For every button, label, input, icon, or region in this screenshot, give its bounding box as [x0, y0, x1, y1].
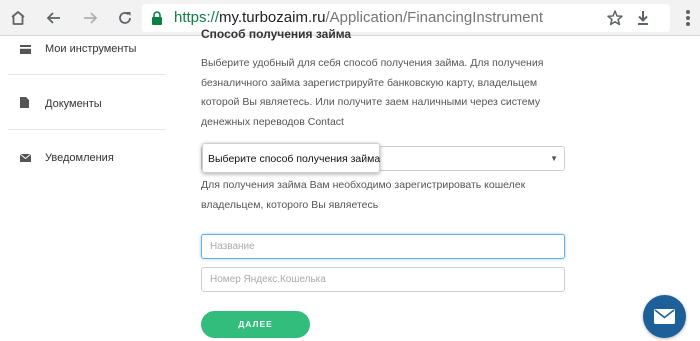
next-button[interactable]: ДАЛЕЕ [201, 311, 310, 338]
caret-down-icon: ▼ [550, 154, 558, 163]
sidebar: Мои инструменты Документы Уведомления [0, 36, 165, 341]
card-icon [20, 45, 31, 54]
sidebar-item-label: Документы [45, 98, 102, 110]
wallet-instruction: Для получения займа Вам необходимо зарег… [201, 179, 526, 211]
sidebar-item-instruments[interactable]: Мои инструменты [8, 21, 165, 75]
sidebar-item-documents[interactable]: Документы [8, 76, 165, 130]
mail-icon [654, 309, 675, 324]
chat-button[interactable] [643, 295, 686, 338]
sidebar-item-label: Мои инструменты [45, 43, 137, 55]
name-field[interactable] [201, 234, 565, 259]
envelope-icon [20, 154, 31, 162]
menu-button[interactable] [680, 4, 696, 32]
url-path: /Application/FinancingInstrument [325, 9, 544, 26]
document-icon [20, 97, 29, 108]
section-title: Способ получения займа [201, 27, 352, 41]
intro-text: Выберите удобный для себя способ получен… [201, 57, 544, 128]
star-icon[interactable] [606, 9, 624, 27]
download-icon[interactable] [634, 9, 652, 27]
sidebar-item-notifications[interactable]: Уведомления [8, 131, 165, 185]
sidebar-item-label: Уведомления [45, 152, 114, 164]
main-content: Способ получения займа Выберите удобный … [165, 27, 700, 341]
url-host: my.turbozaim.ru [219, 9, 326, 26]
url-scheme: https:// [174, 9, 220, 26]
menu-icon [686, 10, 690, 26]
wallet-number-field[interactable] [201, 267, 565, 292]
validation-tooltip: Выберите способ получения займа [202, 143, 380, 173]
